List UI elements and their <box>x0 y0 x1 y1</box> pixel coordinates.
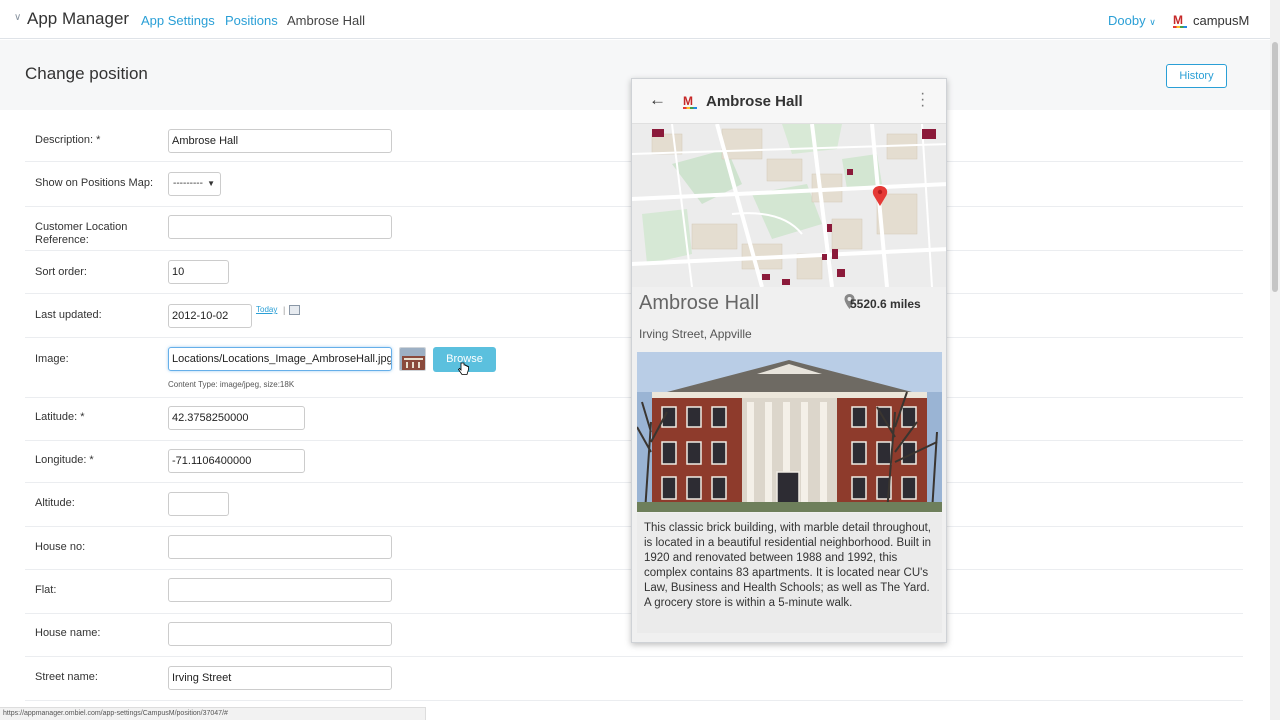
image-path-input[interactable]: Locations/Locations_Image_AmbroseHall.jp… <box>168 347 392 371</box>
house-name-label: House name: <box>35 627 101 639</box>
preview-header: ← M Ambrose Hall · · · <box>632 79 946 124</box>
row-divider <box>25 700 1243 701</box>
latitude-label: Latitude: * <box>35 411 85 423</box>
preview-title: Ambrose Hall <box>706 93 803 110</box>
user-menu[interactable]: Dooby ∨ <box>1108 13 1156 28</box>
breadcrumb-current: Ambrose Hall <box>287 13 366 28</box>
back-arrow-icon[interactable]: ← <box>649 90 666 110</box>
location-map[interactable] <box>632 124 946 287</box>
caret-down-icon: ▼ <box>207 179 215 188</box>
breadcrumb-positions[interactable]: Positions <box>225 13 278 28</box>
flat-input[interactable] <box>168 578 392 602</box>
svg-text:M: M <box>1173 13 1183 27</box>
campusm-logo-icon: M <box>1172 12 1188 33</box>
status-url: https://appmanager.ombiel.com/app-settin… <box>0 707 426 720</box>
customer-ref-label: Customer Location Reference: <box>35 221 128 246</box>
altitude-input[interactable] <box>168 492 229 516</box>
street-name-input[interactable]: Irving Street <box>168 666 392 690</box>
more-vert-icon[interactable]: · · · <box>920 86 925 114</box>
select-value: --------- <box>173 178 203 189</box>
sort-order-label: Sort order: <box>35 266 87 278</box>
show-on-map-select[interactable]: --------- ▼ <box>168 172 221 196</box>
place-address: Irving Street, Appville <box>639 327 752 341</box>
history-button[interactable]: History <box>1166 64 1227 88</box>
image-thumbnail[interactable] <box>399 347 426 371</box>
house-no-label: House no: <box>35 541 86 553</box>
scrollbar-thumb[interactable] <box>1272 42 1278 292</box>
flat-label: Flat: <box>35 584 57 596</box>
distance-value: 5520.6 miles <box>850 297 921 311</box>
breadcrumb-app-settings[interactable]: App Settings <box>141 13 215 28</box>
chevron-down-icon: ∨ <box>1149 17 1156 27</box>
place-name: Ambrose Hall <box>639 292 760 314</box>
description-input[interactable]: Ambrose Hall <box>168 129 392 153</box>
sort-order-input[interactable]: 10 <box>168 260 229 284</box>
today-link[interactable]: Today <box>256 305 277 314</box>
top-navbar: ∨ App Manager App Settings Positions Amb… <box>0 0 1270 39</box>
building-photo <box>637 352 942 512</box>
hand-cursor-icon <box>457 362 470 379</box>
house-no-input[interactable] <box>168 535 392 559</box>
page-title: Change position <box>25 64 148 83</box>
latitude-input[interactable]: 42.3758250000 <box>168 406 305 430</box>
house-name-input[interactable] <box>168 622 392 646</box>
separator: | <box>283 305 286 315</box>
customer-ref-input[interactable] <box>168 215 392 239</box>
description-label: Description: * <box>35 134 101 146</box>
street-name-label: Street name: <box>35 671 98 683</box>
image-label: Image: <box>35 353 69 365</box>
svg-text:M: M <box>683 94 693 108</box>
app-title[interactable]: App Manager <box>27 9 129 29</box>
longitude-label: Longitude: * <box>35 454 94 466</box>
brand-name: campusM <box>1193 13 1250 28</box>
calendar-icon[interactable] <box>289 305 300 315</box>
place-description: This classic brick building, with marble… <box>637 513 942 633</box>
altitude-label: Altitude: <box>35 497 75 509</box>
chevron-down-icon[interactable]: ∨ <box>14 12 21 23</box>
user-name: Dooby <box>1108 13 1146 28</box>
show-on-map-label: Show on Positions Map: <box>35 177 154 189</box>
image-help-text: Content Type: image/jpeg, size:18K <box>168 380 295 389</box>
campusm-logo-icon: M <box>682 94 698 115</box>
longitude-input[interactable]: -71.1106400000 <box>168 449 305 473</box>
last-updated-label: Last updated: <box>35 309 102 321</box>
row-divider <box>25 656 1243 657</box>
mobile-preview: ← M Ambrose Hall · · · Ambrose Hall 5520… <box>631 78 947 643</box>
last-updated-input[interactable]: 2012-10-02 <box>168 304 252 328</box>
